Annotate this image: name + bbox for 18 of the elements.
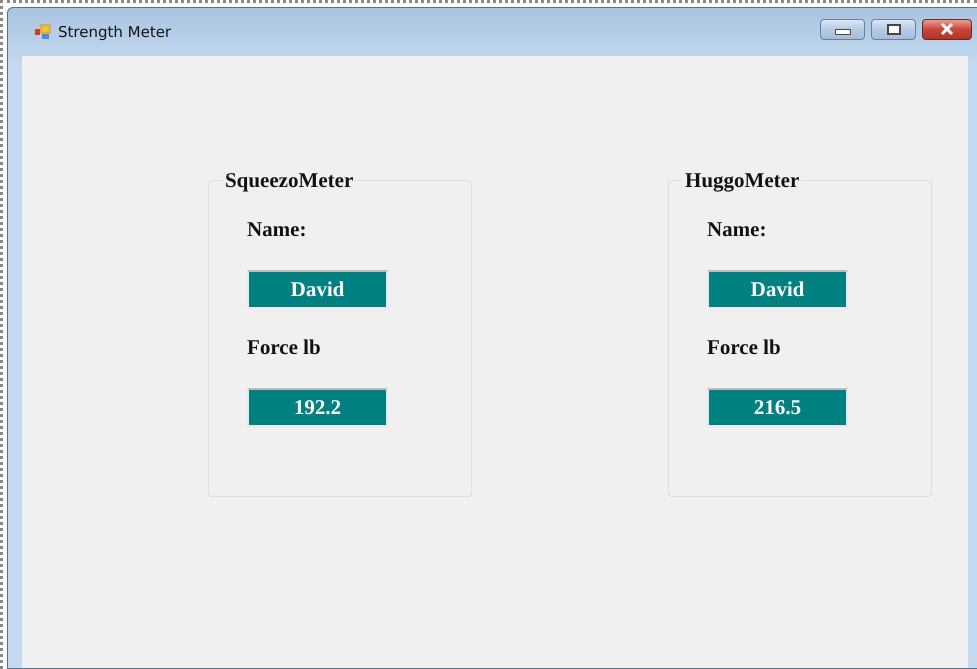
name-field[interactable]: David (707, 270, 848, 309)
close-icon (939, 23, 955, 35)
force-field[interactable]: 192.2 (247, 388, 388, 427)
app-icon (34, 24, 52, 40)
force-field[interactable]: 216.5 (707, 388, 848, 427)
minimize-icon (834, 28, 850, 34)
window-title: Strength Meter (58, 23, 172, 41)
group-title: SqueezoMeter (224, 168, 354, 193)
group-title: HuggoMeter (684, 168, 800, 193)
force-label: Force lb (707, 335, 781, 360)
force-label: Force lb (247, 335, 321, 360)
name-label: Name: (707, 217, 766, 242)
close-button[interactable] (922, 18, 972, 40)
name-label: Name: (247, 217, 306, 242)
restore-button[interactable] (871, 18, 916, 40)
restore-icon (886, 24, 900, 34)
name-field[interactable]: David (247, 270, 388, 309)
minimize-button[interactable] (820, 18, 865, 40)
